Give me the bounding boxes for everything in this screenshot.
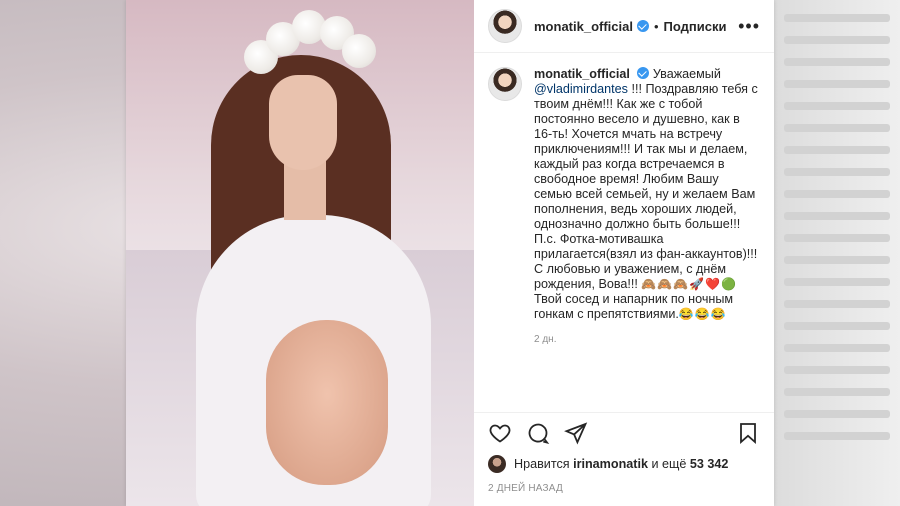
post-side-panel: monatik_official • Подписки ••• monatik_… (474, 0, 774, 506)
likes-prefix: Нравится (514, 457, 570, 471)
blurred-background-text (772, 0, 900, 506)
action-bar (474, 412, 774, 453)
caption-before-mention: Уважаемый (652, 67, 721, 81)
verified-icon (637, 67, 650, 79)
verified-icon (636, 20, 649, 32)
likes-middle: и ещё (651, 457, 687, 471)
bookmark-icon[interactable] (736, 421, 760, 445)
instagram-post: monatik_official • Подписки ••• monatik_… (126, 0, 774, 506)
comment-icon[interactable] (526, 421, 550, 445)
heart-icon[interactable] (488, 421, 512, 445)
post-photo[interactable] (126, 0, 474, 506)
post-header: monatik_official • Подписки ••• (474, 0, 774, 53)
likes-line: Нравится irinamonatik и ещё 53 342 (474, 453, 774, 473)
username-link[interactable]: monatik_official (534, 19, 633, 34)
flower-wreath (244, 10, 376, 80)
emoji-group: 😂😂😂 (678, 307, 727, 321)
liker-avatar[interactable] (488, 455, 506, 473)
mention-link[interactable]: @vladimirdantes (534, 82, 628, 96)
more-icon[interactable]: ••• (738, 16, 760, 37)
avatar[interactable] (488, 9, 522, 43)
separator-dot: • (653, 18, 659, 34)
avatar[interactable] (488, 67, 522, 101)
share-icon[interactable] (564, 421, 588, 445)
likes-count[interactable]: 53 342 (690, 457, 729, 471)
following-button[interactable]: Подписки (664, 19, 727, 34)
caption-time[interactable]: 2 дн. (534, 332, 760, 347)
liker-username[interactable]: irinamonatik (573, 457, 648, 471)
caption-area: monatik_official Уважаемый @vladimirdant… (474, 53, 774, 412)
post-date[interactable]: 2 ДНЕЙ НАЗАД (474, 473, 774, 506)
caption-username[interactable]: monatik_official (534, 67, 630, 81)
caption-text: monatik_official Уважаемый @vladimirdant… (534, 67, 760, 347)
emoji-group: 🙈🙈🙈🚀❤️🟢 (641, 277, 738, 291)
caption-after-mention: !!! Поздравляю тебя с твоим днём!!! Как … (534, 82, 758, 291)
